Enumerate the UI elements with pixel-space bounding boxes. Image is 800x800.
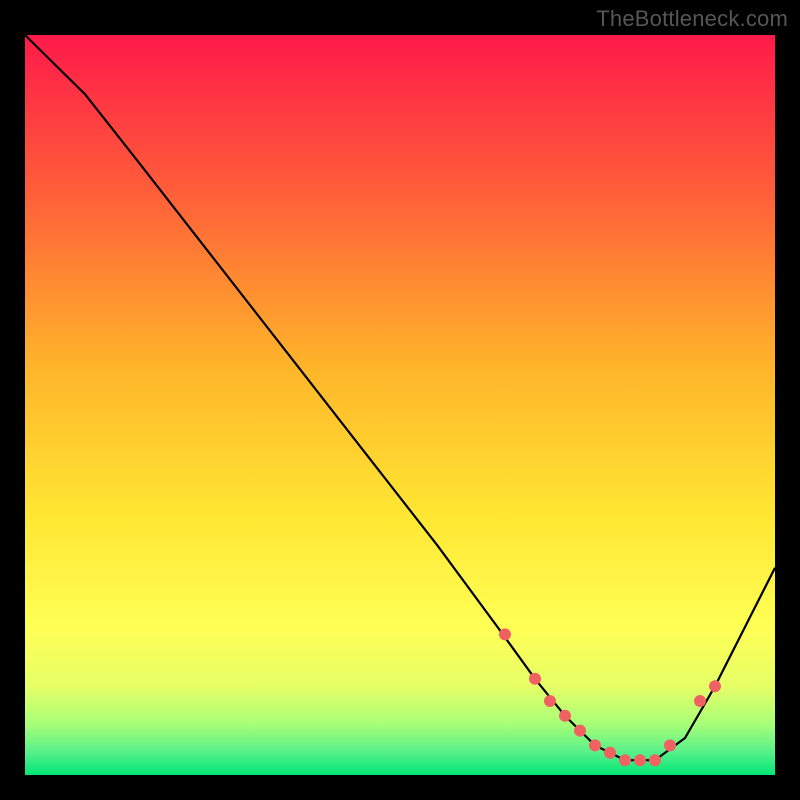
marker-dot (499, 628, 511, 640)
chart-frame: TheBottleneck.com (0, 0, 800, 800)
marker-dot (604, 747, 616, 759)
marker-dot (574, 725, 586, 737)
marker-dot (544, 695, 556, 707)
gradient-background (25, 35, 775, 775)
marker-dot (709, 680, 721, 692)
marker-dot (634, 754, 646, 766)
marker-dot (694, 695, 706, 707)
attribution-label: TheBottleneck.com (596, 6, 788, 32)
chart-svg (25, 35, 775, 775)
marker-dot (664, 739, 676, 751)
marker-dot (649, 754, 661, 766)
marker-dot (529, 673, 541, 685)
marker-dot (619, 754, 631, 766)
plot-area (25, 35, 775, 775)
marker-dot (589, 739, 601, 751)
marker-dot (559, 710, 571, 722)
